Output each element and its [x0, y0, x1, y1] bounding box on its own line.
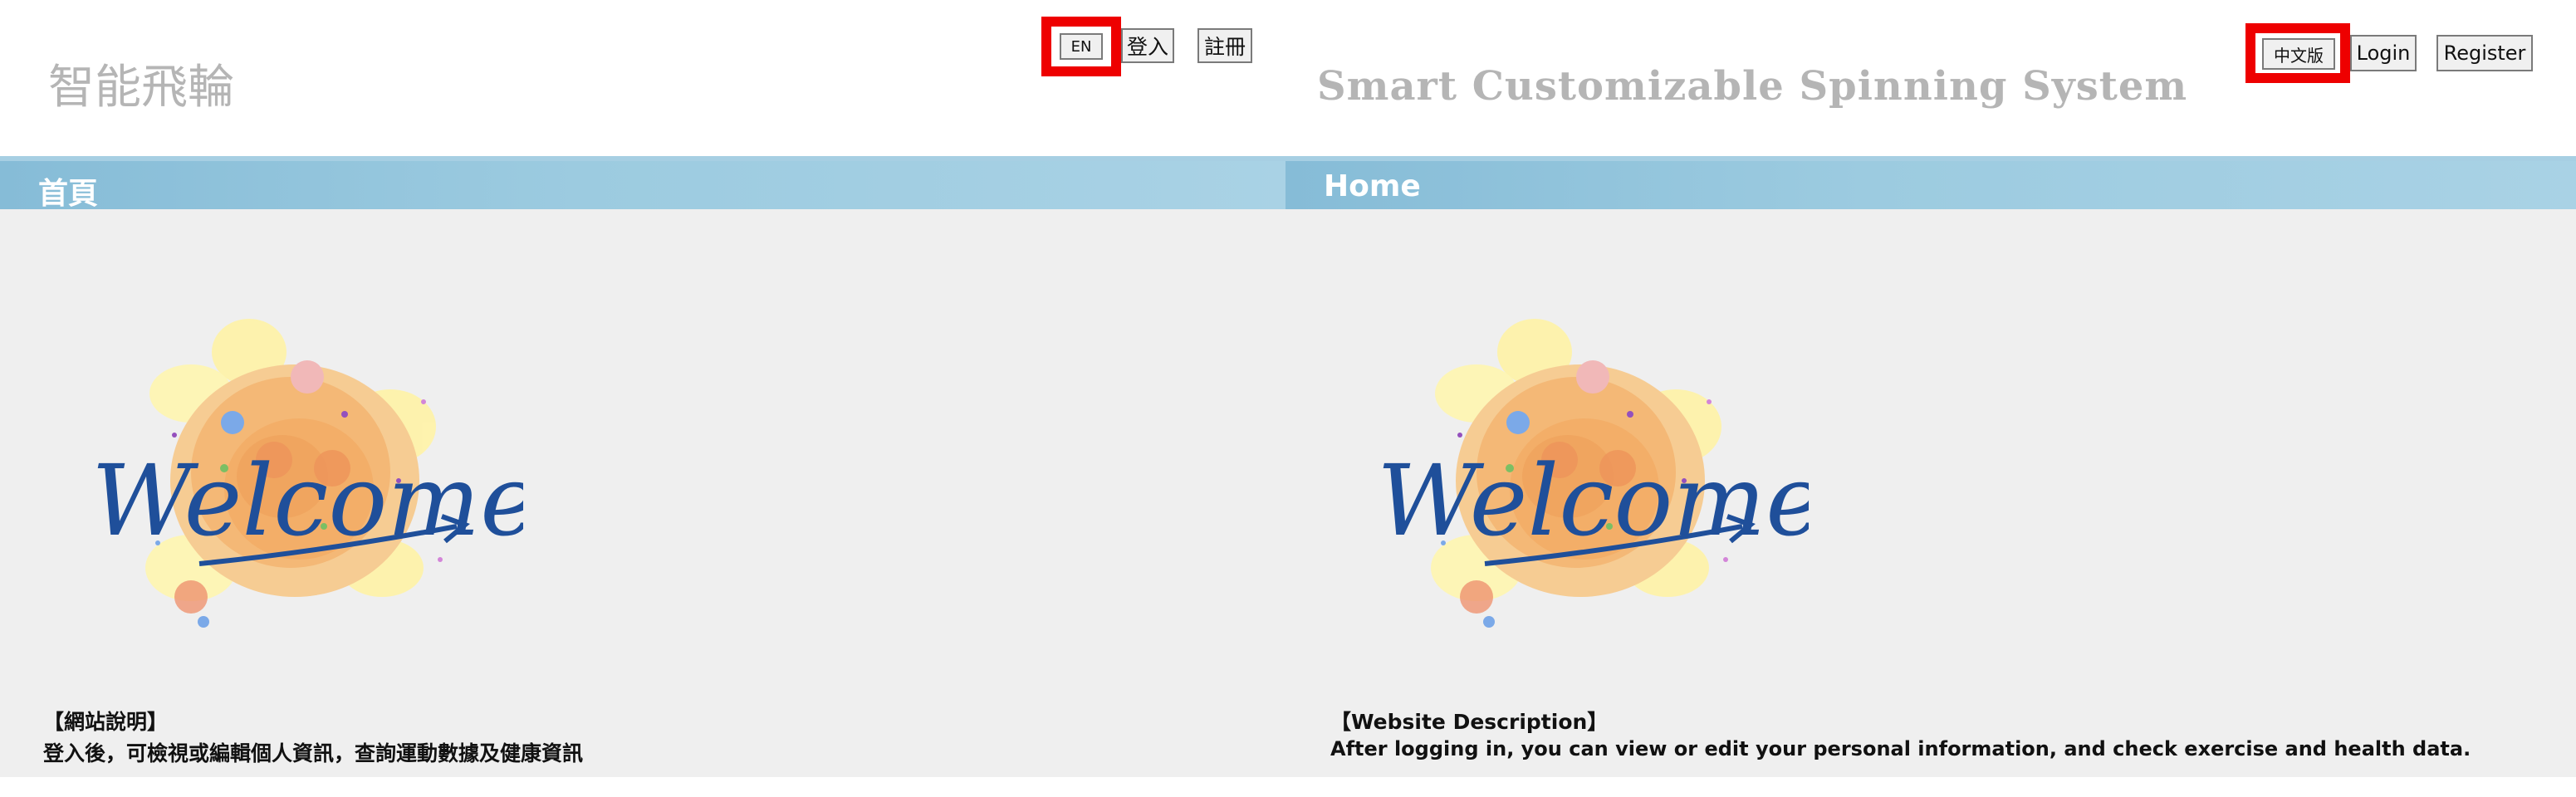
login-button[interactable]: 登入 — [1121, 28, 1174, 63]
site-title: Smart Customizable Spinning System — [1317, 63, 2188, 110]
description-title: 【Website Description】 — [1330, 710, 1609, 734]
login-button[interactable]: Login — [2350, 35, 2417, 71]
welcome-illustration: Welcome — [91, 319, 523, 628]
register-button[interactable]: Register — [2436, 35, 2533, 71]
home-label: Home — [1324, 169, 1421, 203]
english-version-panel: Smart Customizable Spinning System 中文版 L… — [1286, 0, 2576, 797]
register-button[interactable]: 註冊 — [1197, 28, 1252, 63]
home-label: 首頁 — [38, 177, 99, 211]
main-content: Welcome 【網站說明】 登入後，可檢視或編輯個人資訊，查詢運動數據及健康資… — [0, 209, 1286, 777]
home-nav-bar[interactable]: Home — [1286, 156, 2576, 209]
welcome-text: Welcome — [1377, 443, 1809, 558]
main-content: Welcome 【Website Description】 After logg… — [1286, 209, 2576, 777]
chinese-version-panel: 智能飛輪 EN 登入 註冊 首頁 Welcome 【網站說明】 登入後，可檢視或… — [0, 0, 1286, 797]
site-title: 智能飛輪 — [48, 61, 234, 115]
language-switch-button[interactable]: 中文版 — [2262, 38, 2335, 70]
welcome-illustration: Welcome — [1377, 319, 1809, 628]
description-title: 【網站說明】 — [43, 710, 169, 734]
description-text: 登入後，可檢視或編輯個人資訊，查詢運動數據及健康資訊 — [43, 741, 584, 765]
language-switch-button[interactable]: EN — [1060, 33, 1103, 60]
description-text: After logging in, you can view or edit y… — [1330, 737, 2471, 760]
home-nav-bar[interactable]: 首頁 — [0, 156, 1286, 211]
welcome-text: Welcome — [91, 443, 523, 558]
